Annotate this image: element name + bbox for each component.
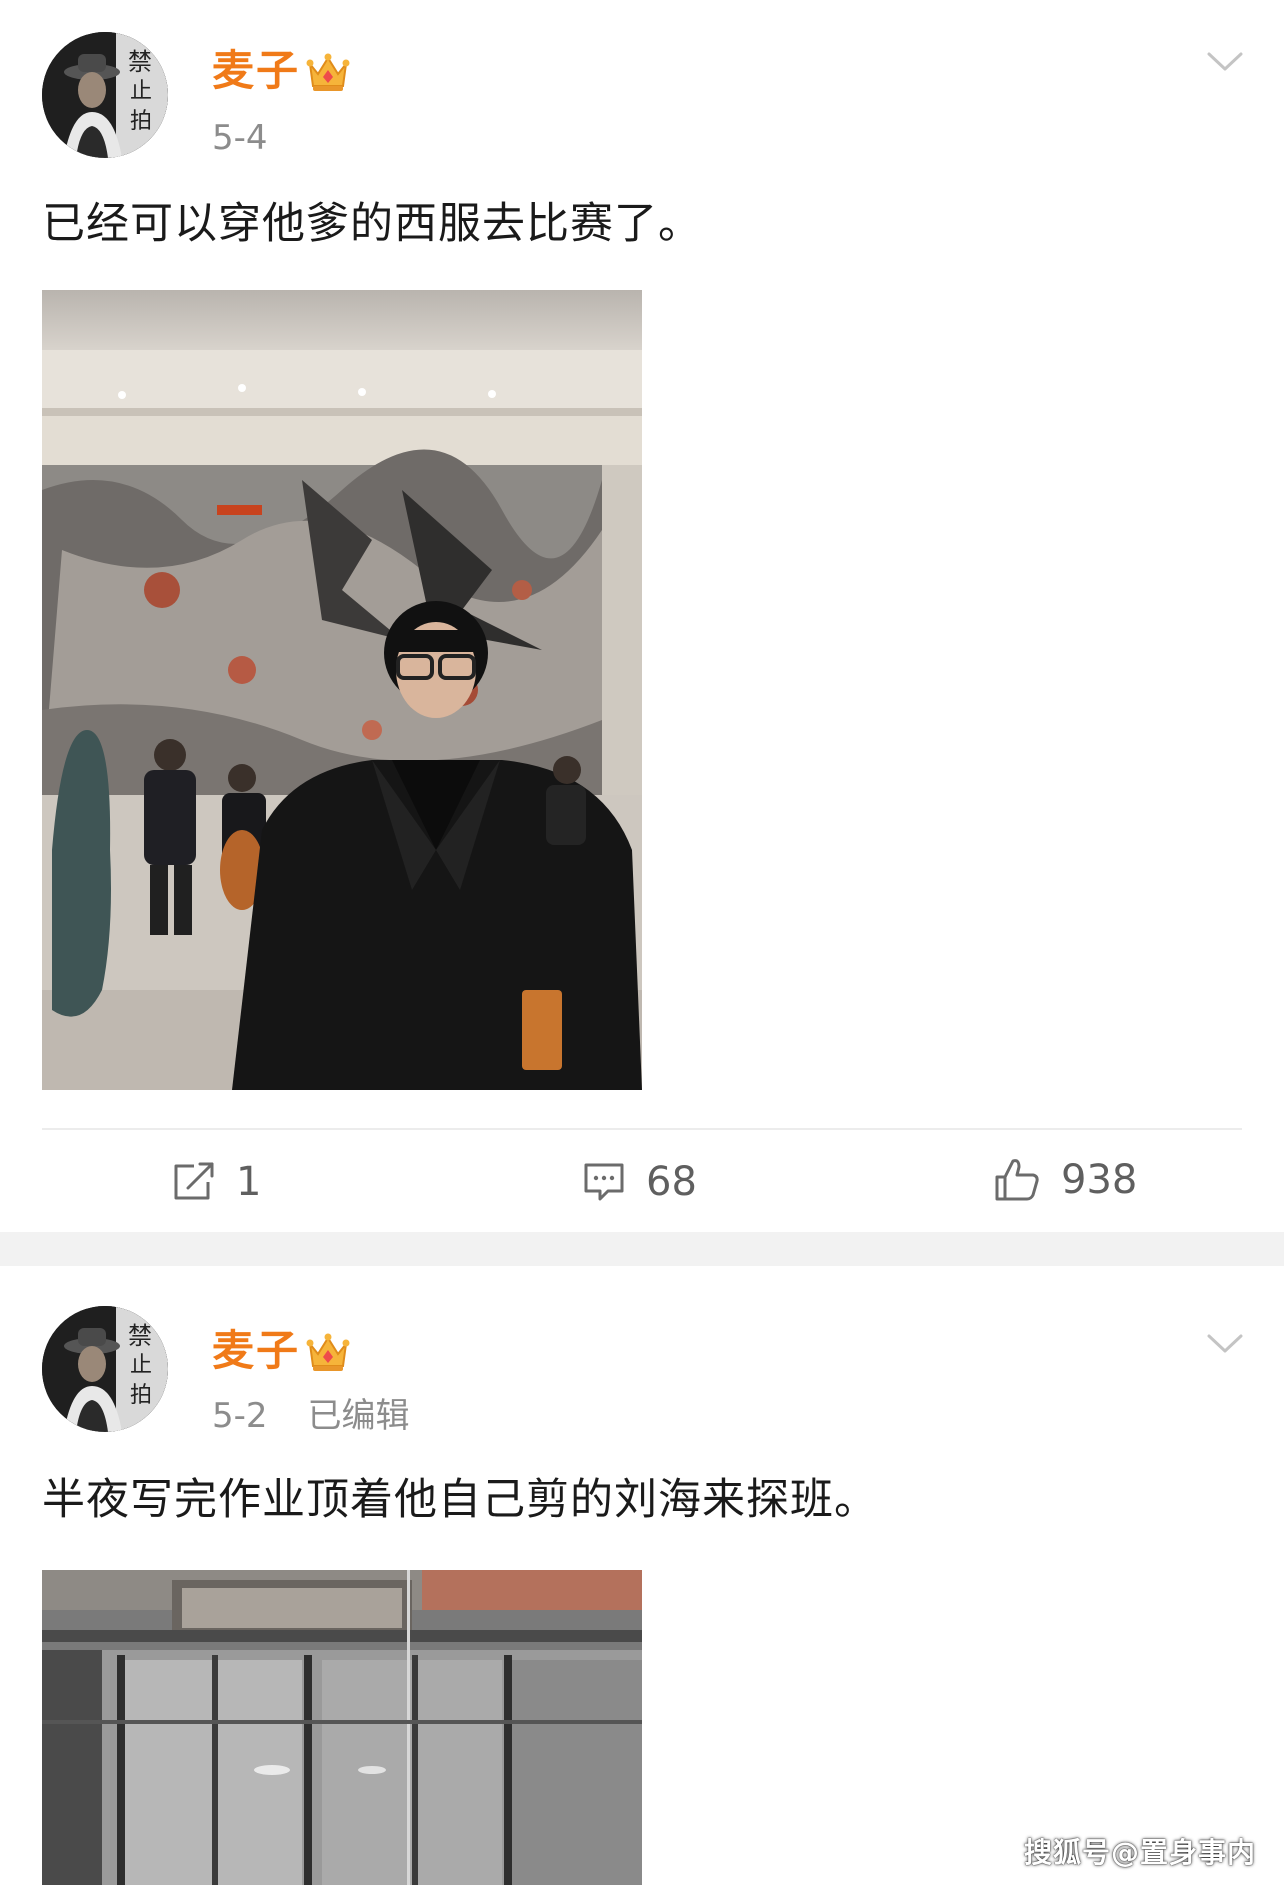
chevron-down-icon[interactable]	[1206, 50, 1244, 74]
crown-icon	[306, 53, 350, 91]
weibo-post: 禁 止 拍 麦子 5-4 已经可以穿他爹的西服去比赛了。 1 68 938	[0, 0, 1284, 1232]
post-photo[interactable]	[42, 290, 642, 1090]
photo-studio-interior	[42, 1570, 642, 1885]
author-name[interactable]: 麦子	[212, 1326, 300, 1376]
avatar[interactable]: 禁 止 拍	[42, 1306, 168, 1432]
post-separator	[0, 1232, 1284, 1266]
crown-icon	[306, 1333, 350, 1371]
watermark: 搜狐号@置身事内	[1023, 1836, 1256, 1869]
svg-text:拍: 拍	[130, 109, 152, 134]
post-date: 5-2	[212, 1396, 268, 1436]
svg-text:拍: 拍	[130, 1383, 152, 1408]
weibo-post: 禁 止 拍 麦子 5-2 已编辑 半夜写完作业顶着他自己剪的刘海来探班。	[0, 1266, 1284, 1885]
svg-text:止: 止	[130, 1353, 152, 1378]
edited-label: 已编辑	[307, 1396, 410, 1436]
comment-icon	[584, 1163, 624, 1201]
svg-text:禁: 禁	[128, 1322, 152, 1350]
post-text: 已经可以穿他爹的西服去比赛了。	[42, 199, 702, 249]
thumbs-up-icon	[995, 1159, 1039, 1201]
divider	[42, 1128, 1242, 1130]
author-name[interactable]: 麦子	[212, 46, 300, 96]
svg-text:止: 止	[130, 79, 152, 104]
comment-count: 68	[646, 1159, 697, 1205]
like-button[interactable]: 938	[993, 1150, 1137, 1210]
post-date: 5-4	[212, 118, 268, 158]
photo-concert-hall	[42, 290, 642, 1090]
repost-button[interactable]: 1	[172, 1152, 261, 1212]
post-meta: 5-2 已编辑	[212, 1396, 410, 1436]
comment-button[interactable]: 68	[582, 1152, 697, 1212]
repost-icon	[174, 1162, 214, 1200]
post-photo[interactable]	[42, 1570, 642, 1885]
weibo-feed: 禁 止 拍 麦子 5-4 已经可以穿他爹的西服去比赛了。 1 68 938 禁 …	[0, 0, 1284, 1885]
avatar[interactable]: 禁 止 拍	[42, 32, 168, 158]
chevron-down-icon[interactable]	[1206, 1332, 1244, 1356]
post-text: 半夜写完作业顶着他自己剪的刘海来探班。	[42, 1475, 878, 1525]
repost-count: 1	[236, 1159, 262, 1205]
post-meta: 5-4	[212, 118, 268, 158]
svg-text:禁: 禁	[128, 48, 152, 76]
like-count: 938	[1061, 1157, 1138, 1203]
